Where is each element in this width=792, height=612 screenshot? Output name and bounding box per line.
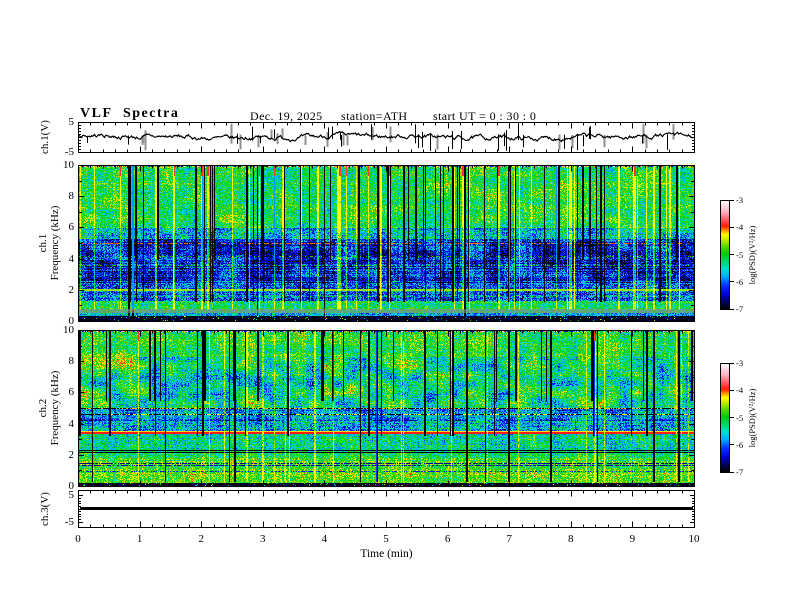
ch2-spec-y-tick-label: 4 bbox=[68, 417, 75, 430]
x-tick-label: 3 bbox=[260, 533, 266, 545]
colorbar-tick-mark bbox=[730, 471, 734, 473]
ch2-spec-y-tick-label: 8 bbox=[68, 355, 75, 368]
ch2-spectrogram-canvas bbox=[78, 330, 695, 487]
x-tick-label: 0 bbox=[75, 533, 81, 545]
colorbar-tick-mark bbox=[730, 226, 734, 228]
ch1-wave-y-tick-label: -5 bbox=[64, 146, 74, 158]
colorbar-tick-label: -3 bbox=[736, 195, 744, 205]
ch2-spec-y-tick-label: 6 bbox=[68, 386, 75, 399]
x-tick-label: 7 bbox=[506, 533, 512, 545]
ylabel-ch1-frequency: ch.1 Frequency (kHz) bbox=[37, 205, 61, 281]
colorbar-tick-mark bbox=[730, 444, 734, 446]
ch1-waveform-canvas bbox=[78, 122, 695, 153]
colorbar-tick-mark bbox=[730, 199, 734, 201]
colorbar-tick-mark bbox=[730, 417, 734, 418]
colorbar-tick-label: -3 bbox=[736, 358, 744, 368]
ch1-spectrogram-canvas bbox=[78, 165, 695, 322]
colorbar-tick-label: -7 bbox=[736, 304, 744, 314]
colorbar-tick-mark bbox=[730, 308, 734, 310]
x-tick-label: 9 bbox=[629, 533, 636, 545]
ch1-spec-y-tick-label: 6 bbox=[68, 221, 75, 234]
x-tick-label: 1 bbox=[136, 533, 143, 545]
ch3-y-tick-label: 5 bbox=[68, 489, 75, 502]
colorbar-tick-label: -4 bbox=[736, 222, 744, 233]
x-tick-label: 8 bbox=[568, 533, 574, 545]
vlf-spectra-figure: VLF Spectra Dec. 19, 2025 station=ATH st… bbox=[0, 0, 792, 612]
x-tick-label: 6 bbox=[444, 533, 451, 545]
x-tick-label: 4 bbox=[321, 533, 328, 545]
colorbar-tick-mark bbox=[730, 389, 734, 391]
ylabel-ch2-frequency: ch.2 Frequency (kHz) bbox=[37, 370, 61, 446]
ch3-waveform-canvas bbox=[78, 490, 695, 528]
ch1-spec-y-tick-label: 8 bbox=[68, 190, 75, 203]
colorbar-tick-label: -6 bbox=[736, 439, 744, 450]
xaxis-label: Time (min) bbox=[360, 548, 413, 560]
x-tick-label: 2 bbox=[198, 533, 204, 545]
ch1-spec-y-tick-label: 4 bbox=[68, 252, 75, 265]
colorbar-tick-label: -5 bbox=[736, 412, 744, 423]
x-tick-label: 10 bbox=[688, 533, 700, 545]
colorbar-tick-label: -4 bbox=[736, 385, 744, 396]
colorbar-tick-mark bbox=[730, 362, 734, 364]
ch2-spec-y-tick-label: 2 bbox=[68, 448, 75, 461]
colorbar-tick-mark bbox=[730, 254, 734, 255]
ch1-spec-y-tick-label: 2 bbox=[68, 283, 75, 296]
ch2-spec-y-tick-label: 10 bbox=[63, 324, 74, 336]
plot-title: VLF Spectra bbox=[80, 106, 180, 121]
colorbar-tick-label: -5 bbox=[736, 249, 744, 260]
colorbar-tick-label: -6 bbox=[736, 276, 744, 287]
ch3-y-tick-label: -5 bbox=[64, 515, 74, 528]
colorbar-tick-label: -7 bbox=[736, 467, 744, 477]
colorbar-ch2-canvas bbox=[720, 363, 730, 473]
colorbar-ch1-canvas bbox=[720, 200, 730, 310]
colorbar-tick-mark bbox=[730, 281, 734, 283]
ch1-wave-y-tick-label: 5 bbox=[68, 116, 75, 128]
ch1-spec-y-tick-label: 10 bbox=[63, 159, 74, 171]
x-tick-label: 5 bbox=[383, 533, 389, 545]
